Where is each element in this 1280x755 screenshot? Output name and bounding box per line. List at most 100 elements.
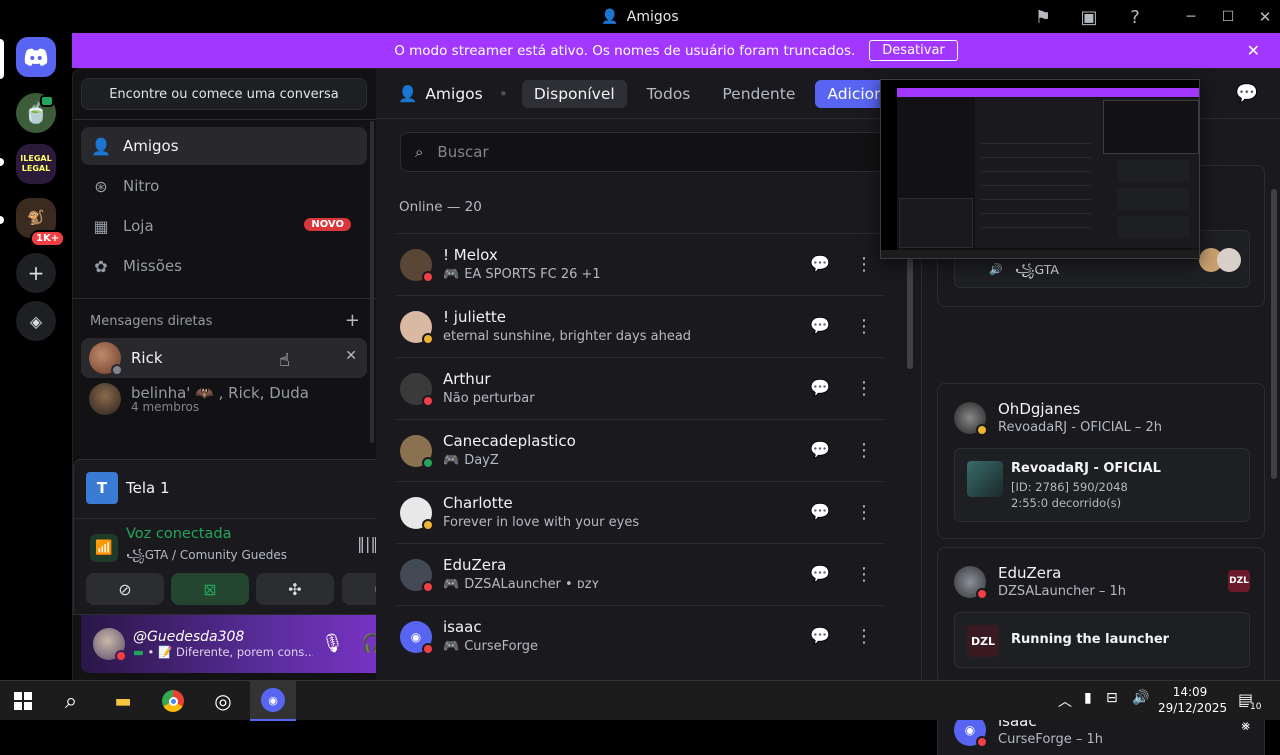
help-icon[interactable]: ? (1124, 6, 1146, 28)
avatar (954, 402, 988, 436)
more-options-icon[interactable]: ⋮ (854, 440, 874, 461)
more-options-icon[interactable]: ⋮ (854, 626, 874, 647)
gamepad-icon: 🎮 (443, 453, 460, 468)
nav-friends[interactable]: 👤 Amigos (81, 127, 367, 165)
message-icon[interactable]: 💬 (810, 316, 830, 336)
more-options-icon[interactable]: ⋮ (854, 254, 874, 275)
more-options-icon[interactable]: ⋮ (854, 564, 874, 585)
thumb-rail (881, 88, 897, 258)
status-idle-icon (422, 519, 434, 531)
dm-item-rick[interactable]: Rick ✕ (81, 338, 367, 378)
message-icon[interactable]: 💬 (810, 440, 830, 460)
minimize-icon[interactable]: ─ (1180, 6, 1202, 28)
message-icon[interactable]: 💬 (810, 626, 830, 646)
friend-row[interactable]: ! Melox 🎮 EA SPORTS FC 26 +1 💬 ⋮ (396, 233, 884, 295)
screen-share-icon: ⊠ (203, 579, 217, 599)
tab-pending[interactable]: Pendente (710, 80, 807, 108)
speaker-icon: 🔊 (989, 263, 1003, 276)
window-preview-thumbnail[interactable] (880, 79, 1200, 259)
search-input[interactable]: ⌕ Buscar (400, 132, 900, 172)
avatar (400, 249, 434, 283)
plus-icon: + (27, 261, 45, 285)
inbox-icon[interactable]: ▣ (1078, 6, 1100, 28)
flag-icon[interactable]: ⚑ (1032, 6, 1054, 28)
nitro-icon: ⊛ (94, 176, 108, 196)
status-dnd-icon (115, 650, 127, 662)
participant-avatar (1217, 248, 1241, 272)
friend-row[interactable]: EduZera 🎮 DZSALauncher • ᴅᴢʏ 💬 ⋮ (396, 543, 884, 605)
camera-off-button[interactable]: ⊘ (86, 573, 164, 605)
sidebar-scrollbar[interactable] (370, 121, 374, 443)
server-rail: 🍵 ILEGAL LEGAL 🐒 1K+ + ◈ (0, 33, 72, 680)
more-options-icon[interactable]: ⋮ (854, 502, 874, 523)
friend-name: Arthur (443, 370, 491, 388)
activity-card[interactable]: OhDgjanes RevoadaRJ - OFICIAL – 2h Revoa… (937, 383, 1265, 539)
close-dm-icon[interactable]: ✕ (345, 348, 357, 364)
create-dm-icon[interactable]: + (345, 310, 360, 331)
detail-title: RevoadaRJ - OFICIAL (1011, 461, 1161, 476)
new-group-dm-icon[interactable]: 💬 (1236, 83, 1258, 104)
nav-quests[interactable]: ✿ Missões (81, 247, 367, 285)
more-options-icon[interactable]: ⋮ (854, 378, 874, 399)
find-conversation-button[interactable]: Encontre ou comece uma conversa (81, 78, 367, 110)
app-logo-icon: DZL (967, 625, 999, 657)
tab-available[interactable]: Disponível (521, 79, 627, 108)
voice-status[interactable]: Voz conectada (126, 526, 231, 542)
activity-card[interactable]: EduZera DZSALauncher – 1h DZL DZL Runnin… (937, 547, 1265, 685)
volume-icon[interactable]: 🔊 (1132, 690, 1149, 706)
friend-row[interactable]: Charlotte Forever in love with your eyes 💬… (396, 481, 884, 543)
message-icon[interactable]: 💬 (810, 254, 830, 274)
message-icon[interactable]: 💬 (810, 378, 830, 398)
discord-home-button[interactable] (16, 37, 56, 77)
server-folder-1[interactable]: ILEGAL LEGAL (16, 144, 56, 184)
friend-activity: Não perturbar (443, 391, 535, 406)
tab-all[interactable]: Todos (635, 80, 703, 108)
discord-logo-icon (24, 48, 48, 66)
status-idle-icon (422, 333, 434, 345)
friend-row[interactable]: Arthur Não perturbar 💬 ⋮ (396, 357, 884, 419)
search-taskbar-button[interactable]: ⌕ (48, 681, 94, 721)
dm-item-group[interactable]: belinha' 🦇 , Rick, Duda 4 membros (81, 379, 367, 419)
start-button[interactable] (0, 681, 46, 721)
mention-badge: 1K+ (30, 230, 66, 247)
voice-channel[interactable]: ꧁GTA / Comunity Guedes (126, 546, 287, 570)
close-window-icon[interactable]: ✕ (1254, 6, 1276, 28)
gamepad-icon: ▬ (133, 645, 144, 659)
chrome-button[interactable] (150, 681, 196, 721)
message-icon[interactable]: 💬 (810, 502, 830, 522)
discover-button[interactable]: ◈ (16, 301, 56, 341)
clock-time: 14:09 (1172, 685, 1208, 699)
close-icon[interactable]: ✕ (1247, 41, 1260, 60)
mic-icon[interactable]: 🎙 (321, 633, 344, 654)
friend-row[interactable]: ◉ isaac 🎮 CurseForge 💬 ⋮ (396, 605, 884, 667)
tray-chevron-icon[interactable]: ︿ (1058, 691, 1072, 711)
obs-button[interactable]: ◎ (200, 681, 246, 721)
user-name[interactable]: @Guedesda308 (133, 629, 313, 645)
nav-shop[interactable]: ▦ Loja NOVO (81, 207, 367, 245)
screen-share-item[interactable]: T Tela 1 (86, 472, 170, 504)
user-avatar[interactable] (93, 628, 127, 662)
screen-share-button[interactable]: ⊠ (171, 573, 249, 605)
status-dnd-icon (422, 643, 434, 655)
activities-button[interactable]: ✣ (256, 573, 334, 605)
friend-row[interactable]: Canecadeplastico 🎮 DayZ 💬 ⋮ (396, 419, 884, 481)
add-server-button[interactable]: + (16, 253, 56, 293)
activity-scrollbar[interactable] (1271, 189, 1277, 479)
clock[interactable]: 14:09 29/12/2025 (1158, 684, 1227, 716)
more-options-icon[interactable]: ⋮ (854, 316, 874, 337)
nav-nitro[interactable]: ⊛ Nitro (81, 167, 367, 205)
file-explorer-button[interactable]: ▬ (100, 681, 146, 721)
message-icon[interactable]: 💬 (810, 564, 830, 584)
game-art (967, 461, 1003, 497)
tray-usb-icon[interactable]: ▮ (1084, 690, 1092, 706)
network-icon[interactable]: ⊟ (1106, 690, 1118, 706)
new-badge: NOVO (304, 218, 351, 231)
friend-row[interactable]: ! juliette eternal sunshine, brighter day… (396, 295, 884, 357)
server-folder-indicator (0, 158, 4, 166)
activity-sub: CurseForge – 1h (998, 732, 1104, 747)
discord-taskbar-button[interactable]: ◉ (250, 681, 296, 721)
maximize-icon[interactable]: ☐ (1217, 6, 1239, 28)
title-bar: 👤 Amigos ⚑ ▣ ? ─ ☐ ✕ (0, 0, 1280, 33)
disable-streamer-button[interactable]: Desativar (869, 40, 958, 61)
streamer-mode-banner: O modo streamer está ativo. Os nomes de … (72, 33, 1280, 68)
